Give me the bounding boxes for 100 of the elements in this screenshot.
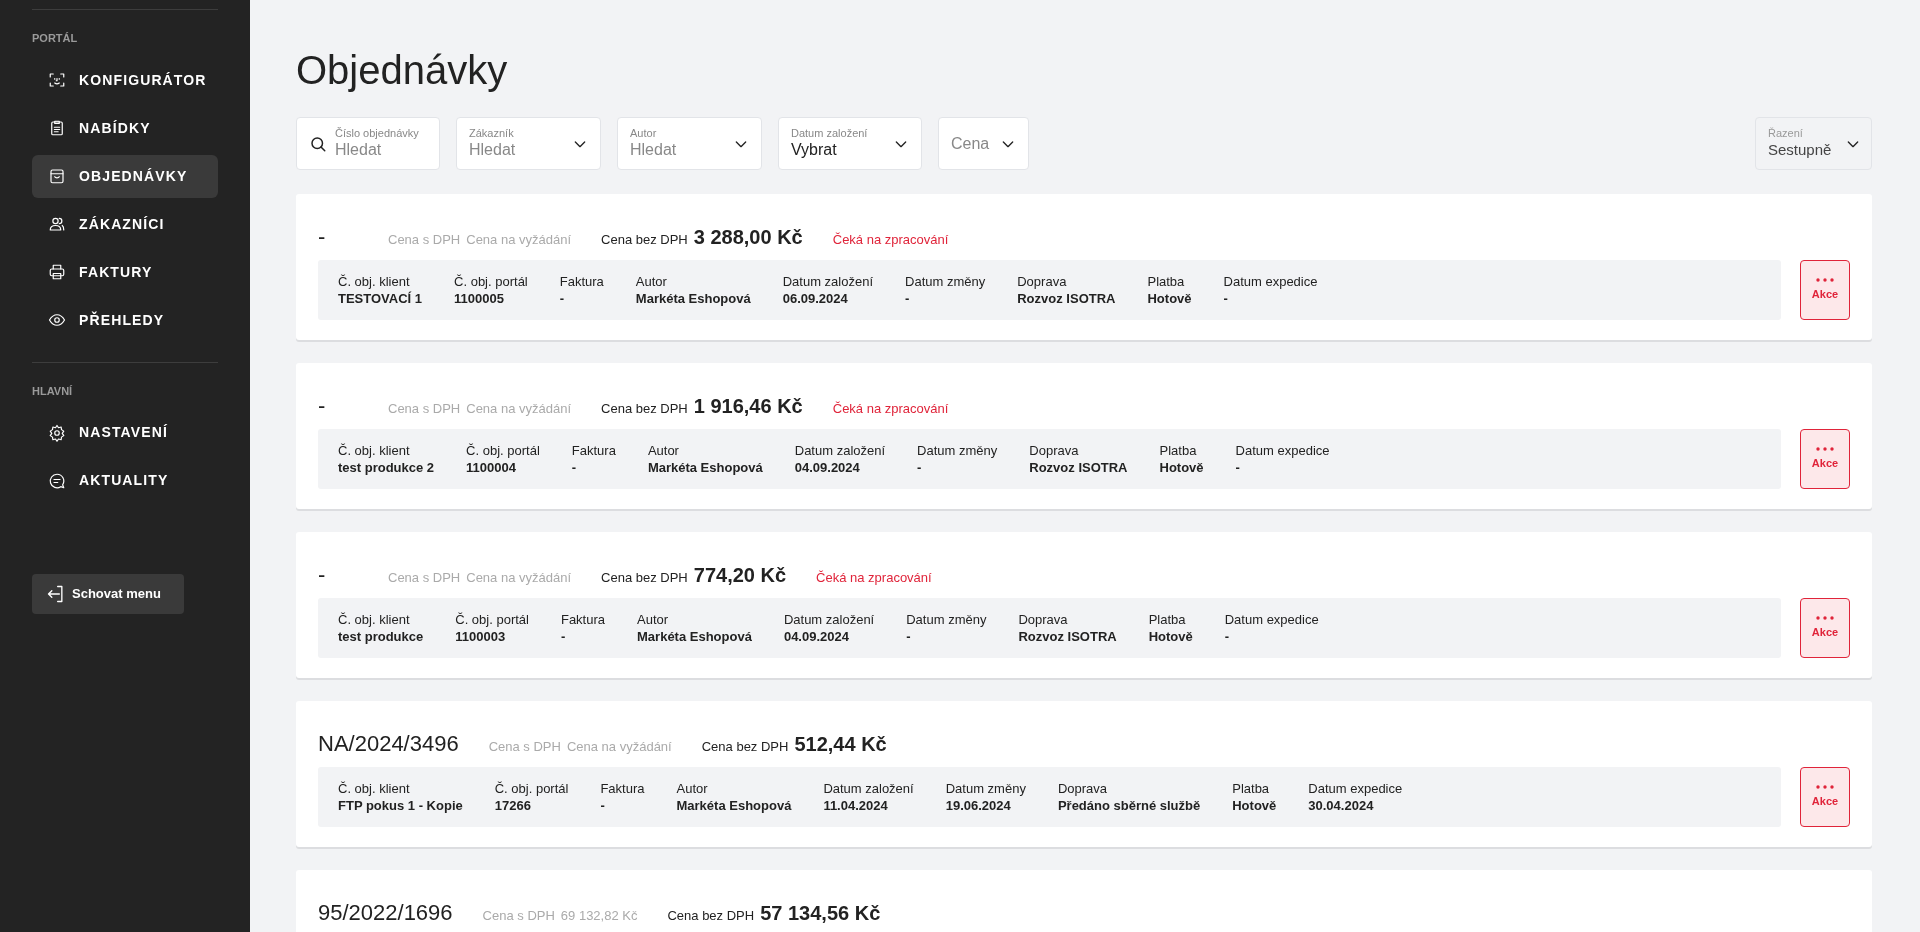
detail-value: - bbox=[600, 797, 606, 814]
price-with-vat: Cena na vyžádání bbox=[566, 738, 672, 756]
action-button[interactable]: Akce bbox=[1800, 260, 1850, 320]
detail-label: Autor bbox=[676, 780, 709, 797]
clipboard-icon bbox=[48, 119, 66, 137]
bag-icon bbox=[48, 167, 66, 185]
detail-label: Datum změny bbox=[906, 611, 987, 628]
nav-item[interactable]: KONFIGURÁTOR bbox=[32, 58, 218, 102]
filter-label: Zákazník bbox=[469, 126, 515, 141]
nav-item[interactable]: FAKTURY bbox=[32, 250, 218, 294]
section-heading: PORTÁL bbox=[32, 31, 79, 46]
price-without-vat-label: Cena bez DPH bbox=[601, 400, 688, 418]
detail-label: Č. obj. klient bbox=[338, 780, 411, 797]
nav-item[interactable]: ZÁKAZNÍCI bbox=[32, 202, 218, 246]
detail-value: - bbox=[1235, 459, 1241, 476]
detail-value: 11.04.2024 bbox=[823, 797, 889, 814]
detail-label: Datum expedice bbox=[1235, 442, 1330, 459]
printer-icon bbox=[48, 263, 66, 281]
detail-label: Datum založení bbox=[794, 442, 886, 459]
detail-value: - bbox=[559, 290, 566, 307]
filter-placeholder: Cena bbox=[951, 133, 991, 154]
detail-value: Markéta Eshopová bbox=[637, 628, 752, 645]
search-field[interactable]: Číslo objednávky Hledat bbox=[296, 117, 440, 170]
more-dots-icon bbox=[1816, 277, 1834, 282]
detail-value: 17266 bbox=[494, 797, 532, 814]
filter-dropdown[interactable]: Autor Hledat bbox=[617, 117, 762, 170]
filter-placeholder: Hledat bbox=[630, 140, 678, 161]
detail-label: Datum změny bbox=[945, 780, 1026, 797]
more-dots-icon bbox=[1816, 784, 1834, 789]
detail-value: 1100003 bbox=[455, 628, 507, 645]
detail-label: Doprava bbox=[1029, 442, 1080, 459]
detail-value: Hotově bbox=[1159, 459, 1204, 476]
detail-label: Autor bbox=[635, 273, 668, 290]
detail-label: Faktura bbox=[600, 780, 645, 797]
detail-value: 1100004 bbox=[466, 459, 517, 476]
price-with-vat: Cena na vyžádání bbox=[466, 400, 572, 418]
detail-value: Hotově bbox=[1147, 290, 1192, 307]
order-status: Čeká na zpracování bbox=[832, 400, 949, 418]
nav-item[interactable]: PŘEHLEDY bbox=[32, 298, 218, 342]
detail-value: - bbox=[571, 459, 578, 476]
detail-label: Datum změny bbox=[905, 273, 986, 290]
detail-label: Platba bbox=[1232, 780, 1271, 797]
order-status: Čeká na zpracování bbox=[816, 569, 932, 587]
action-button[interactable]: Akce bbox=[1800, 767, 1850, 827]
detail-value: 1100005 bbox=[454, 290, 505, 307]
detail-value: test produkce 2 bbox=[338, 459, 435, 476]
sort-label: Řazení bbox=[1768, 127, 1804, 141]
detail-label: Faktura bbox=[571, 442, 616, 459]
page-title: Objednávky bbox=[296, 47, 509, 94]
detail-label: Datum expedice bbox=[1223, 273, 1318, 290]
detail-value: test produkce bbox=[338, 628, 424, 645]
detail-label: Č. obj. portál bbox=[494, 780, 569, 797]
sort-dropdown[interactable]: Řazení Sestupně bbox=[1755, 117, 1872, 170]
detail-label: Č. obj. portál bbox=[455, 611, 529, 628]
detail-label: Doprava bbox=[1057, 780, 1109, 797]
filter-placeholder: Hledat bbox=[469, 140, 517, 161]
nav-item[interactable]: OBJEDNÁVKY bbox=[32, 154, 218, 198]
filter-dropdown[interactable]: Zákazník Hledat bbox=[456, 117, 601, 170]
detail-value: Markéta Eshopová bbox=[647, 459, 763, 476]
price-with-vat-label: Cena s DPH bbox=[482, 907, 555, 925]
filter-label: Datum založení bbox=[791, 126, 869, 141]
filter-value: Vybrat bbox=[791, 140, 838, 161]
action-button[interactable]: Akce bbox=[1800, 598, 1850, 658]
price-with-vat: Cena na vyžádání bbox=[466, 231, 572, 249]
detail-value: Rozvoz ISOTRA bbox=[1017, 290, 1116, 307]
price-with-vat-label: Cena s DPH bbox=[388, 231, 461, 249]
filter-label: Číslo objednávky bbox=[335, 126, 420, 141]
action-button[interactable]: Akce bbox=[1800, 429, 1850, 489]
price-without-vat-label: Cena bez DPH bbox=[701, 738, 789, 756]
price-with-vat: 69 132,82 Kč bbox=[560, 907, 638, 925]
more-dots-icon bbox=[1816, 446, 1834, 451]
detail-label: Autor bbox=[637, 611, 670, 628]
price-without-vat: 1 916,46 Kč bbox=[693, 394, 803, 419]
order-status: Čeká na zpracování bbox=[832, 231, 949, 249]
detail-label: Doprava bbox=[1018, 611, 1069, 628]
detail-value: 04.09.2024 bbox=[794, 459, 861, 476]
filter-dropdown[interactable]: Cena bbox=[938, 117, 1029, 170]
order-number: NA/2024/3496 bbox=[318, 730, 459, 758]
detail-value: - bbox=[905, 290, 911, 307]
detail-value: - bbox=[560, 628, 567, 645]
detail-value: 19.06.2024 bbox=[945, 797, 1012, 814]
price-without-vat-label: Cena bez DPH bbox=[601, 231, 688, 249]
detail-label: Datum založení bbox=[783, 611, 875, 628]
price-with-vat: Cena na vyžádání bbox=[466, 569, 572, 587]
filter-dropdown[interactable]: Datum založení Vybrat bbox=[778, 117, 922, 170]
detail-value: Rozvoz ISOTRA bbox=[1029, 459, 1128, 476]
detail-label: Platba bbox=[1159, 442, 1198, 459]
nav-item[interactable]: NASTAVENÍ bbox=[32, 411, 218, 454]
order-number: - bbox=[318, 223, 327, 251]
nav-item[interactable]: AKTUALITY bbox=[32, 459, 218, 502]
detail-value: - bbox=[906, 628, 912, 645]
nav-item[interactable]: NABÍDKY bbox=[32, 106, 218, 150]
face-scan-icon bbox=[48, 71, 66, 89]
detail-value: 04.09.2024 bbox=[783, 628, 850, 645]
chat-icon bbox=[48, 471, 66, 490]
filter-label: Autor bbox=[630, 126, 658, 141]
detail-label: Datum změny bbox=[917, 442, 998, 459]
hide-menu-button[interactable]: Schovat menu bbox=[32, 574, 184, 614]
price-with-vat-label: Cena s DPH bbox=[488, 738, 561, 756]
detail-label: Platba bbox=[1147, 273, 1186, 290]
